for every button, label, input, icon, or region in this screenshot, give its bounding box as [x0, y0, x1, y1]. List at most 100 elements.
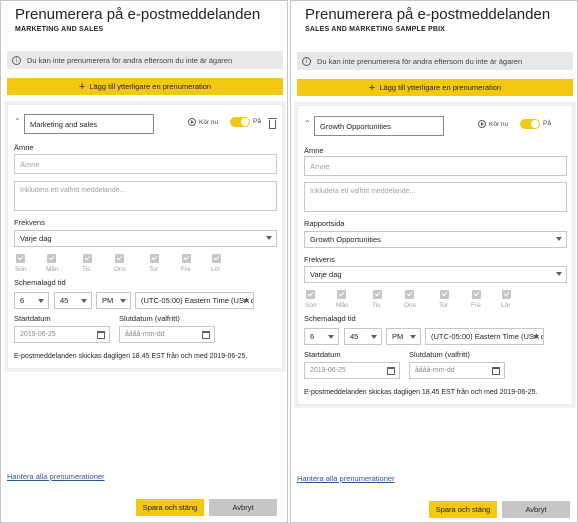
save-and-close-button[interactable]: Spara och stäng — [429, 501, 497, 518]
toggle-label: På — [543, 120, 551, 127]
end-date-input[interactable]: åååå-mm-dd — [119, 326, 215, 343]
subscription-name-input[interactable]: Growth Opportunities — [314, 116, 444, 136]
checkmark-icon — [212, 254, 221, 263]
subscription-toggle[interactable] — [230, 117, 250, 127]
report-name: MARKETING AND SALES — [15, 26, 104, 33]
chevron-up-icon[interactable]: ⌃ — [304, 119, 311, 128]
info-text: Du kan inte prenumerera för andra efters… — [27, 55, 233, 65]
info-banner: i Du kan inte prenumerera för andra efte… — [297, 52, 573, 70]
day-checkbox[interactable]: Ons — [114, 254, 144, 273]
checkmark-icon — [150, 254, 159, 263]
chevron-down-icon — [556, 272, 562, 276]
timezone-select[interactable]: (UTC-05:00) Eastern Time (USA oc — [425, 328, 544, 345]
checkmark-icon — [440, 290, 449, 299]
info-icon: i — [302, 56, 311, 66]
start-date-label: Startdatum — [14, 314, 51, 323]
plus-icon: + — [78, 80, 86, 93]
checkmark-icon — [373, 290, 382, 299]
day-checkbox[interactable]: Ons — [404, 290, 434, 309]
day-checkbox[interactable]: Mån — [336, 290, 366, 309]
day-checkbox[interactable]: Fre — [471, 290, 501, 309]
day-checkbox[interactable]: Tor — [149, 254, 179, 273]
chevron-down-icon — [556, 237, 562, 241]
day-checkbox[interactable]: Mån — [46, 254, 76, 273]
ampm-select[interactable]: PM — [386, 328, 421, 345]
schedule-label: Schemalagd tid — [304, 314, 356, 323]
cancel-button[interactable]: Avbryt — [502, 501, 570, 518]
pane-title: Prenumerera på e-postmeddelanden — [15, 6, 261, 23]
frequency-label: Frekvens — [304, 255, 335, 264]
manage-subscriptions-link[interactable]: Hantera alla prenumerationer — [7, 472, 105, 481]
subscription-name-input[interactable]: Marketing and sales — [24, 114, 154, 134]
minute-select[interactable]: 45 — [54, 292, 92, 309]
hour-select[interactable]: 6 — [14, 292, 49, 309]
info-banner: i Du kan inte prenumerera för andra efte… — [7, 51, 283, 69]
checkmark-icon — [115, 254, 124, 263]
schedule-note: E-postmeddelanden skickas dagligen 18.45… — [304, 389, 538, 396]
minute-select[interactable]: 45 — [344, 328, 382, 345]
end-date-input[interactable]: åååå-mm-dd — [409, 362, 505, 379]
checkmark-icon — [337, 290, 346, 299]
chevron-down-icon — [266, 236, 272, 240]
subject-input[interactable]: Ämne — [304, 156, 567, 176]
start-date-input[interactable]: 2019-06-25 — [304, 362, 400, 379]
toggle-label: På — [253, 118, 261, 125]
message-textarea[interactable]: Inkludera ett valfritt meddelande... — [14, 181, 277, 211]
day-checkbox[interactable]: Tis — [82, 254, 112, 273]
run-now-label: Kör nu — [489, 120, 509, 128]
day-checkbox[interactable]: Tor — [439, 290, 469, 309]
frequency-value: Varje dag — [20, 234, 52, 243]
day-checkbox[interactable]: Lör — [211, 254, 241, 273]
calendar-icon[interactable] — [202, 331, 210, 339]
day-checkbox[interactable]: Lör — [501, 290, 531, 309]
checkmark-icon — [16, 254, 25, 263]
checkmark-icon — [306, 290, 315, 299]
schedule-label: Schemalagd tid — [14, 278, 66, 287]
trash-icon[interactable] — [268, 118, 277, 129]
day-checkbox[interactable]: Sön — [305, 290, 335, 309]
chevron-down-icon — [120, 299, 126, 303]
chevron-up-icon[interactable]: ⌃ — [14, 117, 21, 126]
frequency-select[interactable]: Varje dag — [14, 230, 277, 247]
frequency-value: Varje dag — [310, 270, 342, 279]
timezone-select[interactable]: (UTC-05:00) Eastern Time (USA oc — [135, 292, 254, 309]
cancel-button[interactable]: Avbryt — [209, 499, 277, 516]
ampm-select[interactable]: PM — [96, 292, 131, 309]
subject-input[interactable]: Ämne — [14, 154, 277, 174]
checkmark-icon — [83, 254, 92, 263]
add-subscription-button[interactable]: + Lägg till ytterligare en prenumeration — [7, 78, 283, 95]
run-now-button[interactable]: Kör nu — [188, 118, 218, 126]
run-now-button[interactable]: Kör nu — [478, 120, 508, 128]
add-subscription-button[interactable]: + Lägg till ytterligare en prenumeration — [297, 79, 573, 96]
report-page-select[interactable]: Growth Opportunities — [304, 231, 567, 248]
frequency-label: Frekvens — [14, 218, 45, 227]
checkmark-icon — [182, 254, 191, 263]
add-subscription-label: Lägg till ytterligare en prenumeration — [379, 83, 502, 92]
calendar-icon[interactable] — [387, 367, 395, 375]
play-icon — [478, 120, 486, 128]
subscription-card: ⌃ Marketing and sales Kör nu På Ämne Ämn… — [7, 104, 283, 369]
calendar-icon[interactable] — [97, 331, 105, 339]
chevron-down-icon — [328, 335, 334, 339]
schedule-note: E-postmeddelanden skickas dagligen 18.45… — [14, 353, 248, 360]
day-checkbox[interactable]: Fre — [181, 254, 211, 273]
info-text: Du kan inte prenumerera för andra efters… — [317, 56, 523, 66]
right-subscription-pane: Prenumerera på e-postmeddelanden SALES A… — [290, 0, 578, 523]
day-checkbox[interactable]: Tis — [372, 290, 402, 309]
save-and-close-button[interactable]: Spara och stäng — [136, 499, 204, 516]
manage-subscriptions-link[interactable]: Hantera alla prenumerationer — [297, 474, 395, 483]
start-date-input[interactable]: 2019-06-25 — [14, 326, 110, 343]
checkmark-icon — [47, 254, 56, 263]
day-checkbox[interactable]: Sön — [15, 254, 45, 273]
report-page-label: Rapportsida — [304, 219, 345, 228]
subscription-toggle[interactable] — [520, 119, 540, 129]
chevron-down-icon — [81, 299, 87, 303]
calendar-icon[interactable] — [492, 367, 500, 375]
chevron-down-icon — [38, 299, 44, 303]
hour-select[interactable]: 6 — [304, 328, 339, 345]
end-date-label: Slutdatum (valfritt) — [409, 350, 470, 359]
chevron-down-icon — [243, 299, 249, 303]
info-icon: i — [12, 55, 21, 65]
frequency-select[interactable]: Varje dag — [304, 266, 567, 283]
message-textarea[interactable]: Inkludera ett valfritt meddelande... — [304, 182, 567, 212]
